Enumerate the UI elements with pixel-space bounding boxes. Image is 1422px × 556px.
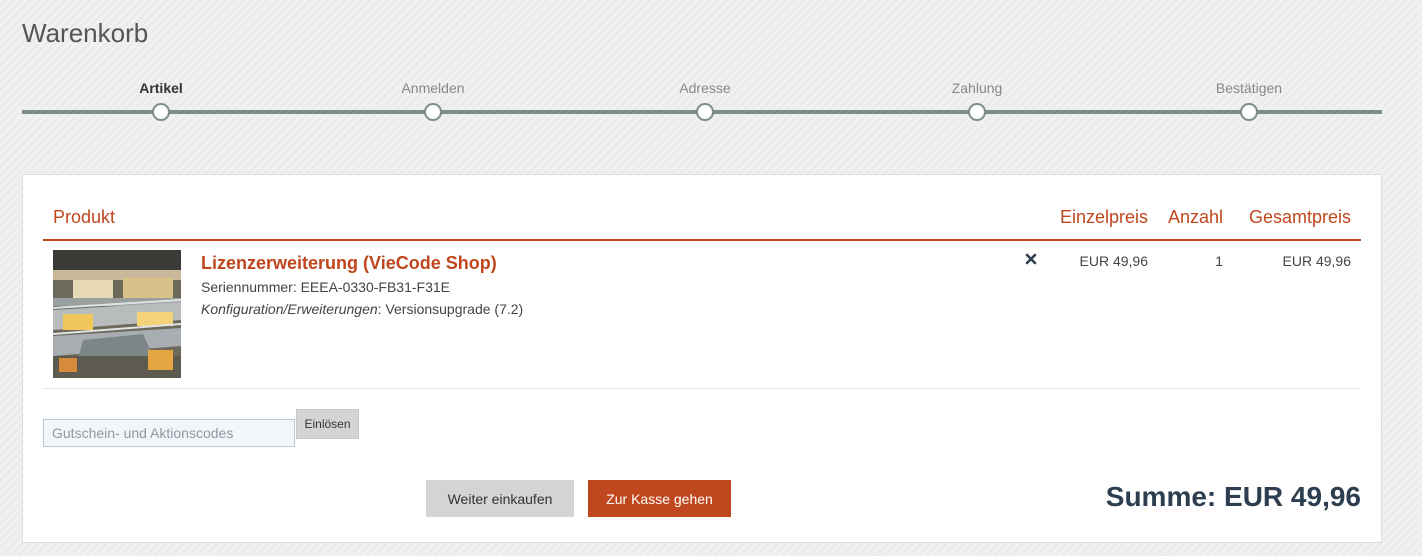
header-unit-price: Einzelpreis [1059, 207, 1148, 227]
product-name-link[interactable]: Lizenzerweiterung (VieCode Shop) [201, 253, 497, 274]
product-image[interactable] [53, 250, 181, 378]
close-icon[interactable] [1023, 251, 1039, 267]
header-product: Produkt [53, 207, 116, 227]
step-label: Bestätigen [1215, 80, 1283, 96]
step-artikel: Artikel [81, 78, 241, 121]
checkout-button[interactable]: Zur Kasse gehen [588, 480, 731, 517]
step-dot-icon [696, 103, 714, 121]
quantity: 1 [1215, 253, 1223, 269]
config-label: Konfiguration/Erweiterungen [201, 301, 378, 317]
header-quantity: Anzahl [1167, 207, 1223, 227]
step-label: Adresse [679, 80, 731, 96]
continue-shopping-button[interactable]: Weiter einkaufen [426, 480, 574, 517]
page-title: Warenkorb [22, 18, 149, 48]
step-adresse: Adresse [625, 78, 785, 121]
step-dot-icon [152, 103, 170, 121]
step-label: Anmelden [401, 80, 465, 96]
cart-table-header: Produkt Einzelpreis Anzahl Gesamtpreis [43, 201, 1361, 241]
step-bestaetigen: Bestätigen [1169, 78, 1329, 121]
step-dot-icon [424, 103, 442, 121]
coupon-input[interactable] [43, 419, 295, 447]
checkout-progress: Artikel Anmelden Adresse Zahlung Bestäti… [22, 78, 1382, 128]
product-serial: Seriennummer: EEEA-0330-FB31-F31E [201, 279, 450, 295]
step-dot-icon [968, 103, 986, 121]
cart-panel: Produkt Einzelpreis Anzahl Gesamtpreis L… [22, 174, 1382, 543]
redeem-button[interactable]: Einlösen [296, 409, 359, 439]
cart-item-row: Lizenzerweiterung (VieCode Shop) Serienn… [43, 241, 1361, 389]
header-total-price: Gesamtpreis [1248, 207, 1351, 227]
step-label: Artikel [139, 80, 183, 96]
total-price: EUR 49,96 [1282, 253, 1351, 269]
cart-sum: Summe: EUR 49,96 [1105, 481, 1361, 512]
config-value: : Versionsupgrade (7.2) [377, 301, 524, 317]
unit-price: EUR 49,96 [1079, 253, 1148, 269]
step-anmelden: Anmelden [353, 78, 513, 121]
product-config: Konfiguration/Erweiterungen: Versionsupg… [201, 301, 523, 317]
step-dot-icon [1240, 103, 1258, 121]
step-label: Zahlung [951, 80, 1003, 96]
step-zahlung: Zahlung [897, 78, 1057, 121]
